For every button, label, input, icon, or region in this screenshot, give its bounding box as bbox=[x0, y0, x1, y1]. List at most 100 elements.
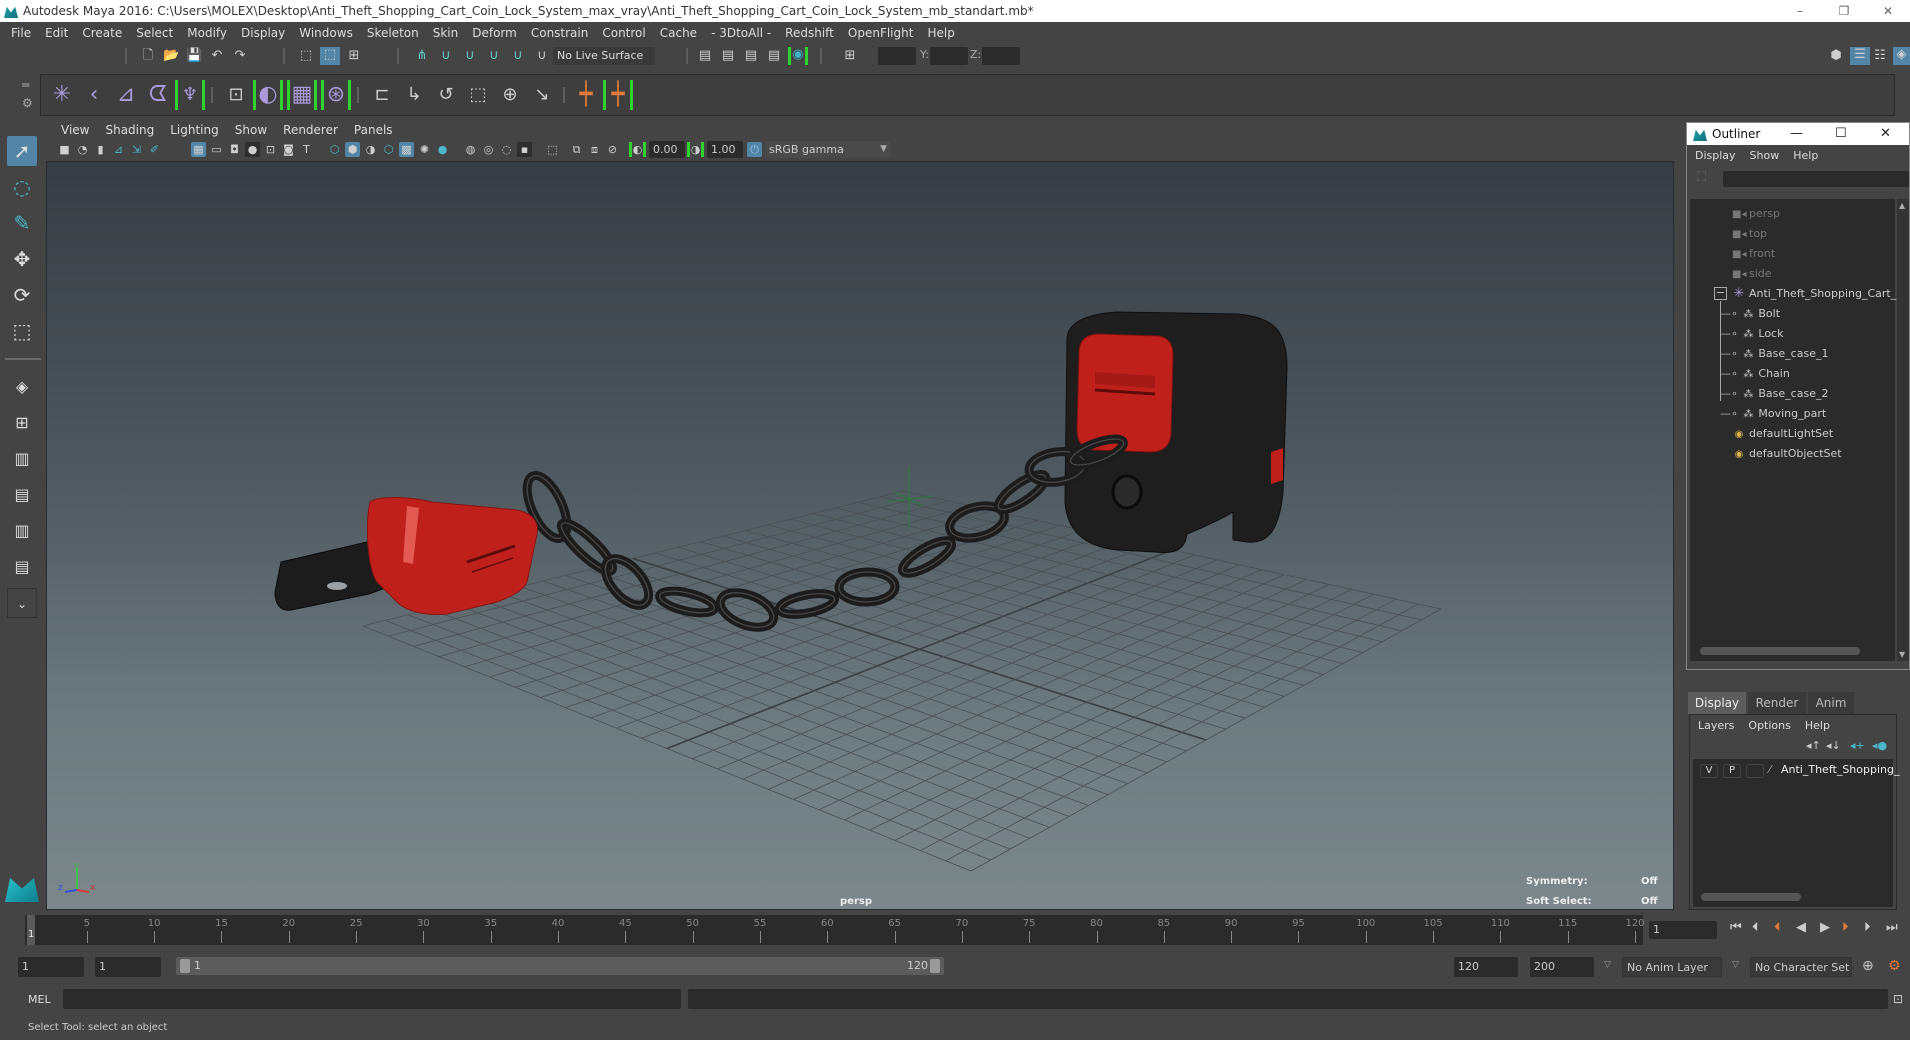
minimize-button[interactable]: – bbox=[1778, 0, 1822, 22]
go-to-start-icon[interactable]: ⏮ bbox=[1730, 920, 1742, 935]
layer-menu-options[interactable]: Options bbox=[1748, 719, 1790, 732]
chevron-down-icon[interactable]: ▽ bbox=[1604, 960, 1611, 970]
outliner-menu-help[interactable]: Help bbox=[1793, 149, 1826, 162]
command-language-label[interactable]: MEL bbox=[28, 993, 51, 1006]
hypershade-icon[interactable]: ◉ bbox=[788, 47, 808, 65]
select-hierarchy-icon[interactable]: ⬚ bbox=[298, 48, 314, 64]
close-button[interactable]: ✕ bbox=[1866, 0, 1910, 22]
horizontal-scrollbar[interactable] bbox=[1700, 647, 1860, 655]
menu-openflight[interactable]: OpenFlight bbox=[841, 26, 921, 40]
view-transform-dropdown[interactable]: sRGB gamma ▼ bbox=[765, 141, 891, 158]
outliner-item[interactable]: ■◂ persp bbox=[1732, 205, 1780, 223]
paint-weights-icon[interactable]: ⊡ bbox=[221, 80, 251, 110]
outliner-item[interactable]: ■◂ front bbox=[1732, 245, 1775, 263]
go-to-end-icon[interactable]: ⏭ bbox=[1886, 920, 1898, 935]
tool-settings-icon[interactable]: ☷ bbox=[1872, 48, 1888, 64]
outliner-item[interactable]: —∘ ⁂ Moving_part bbox=[1720, 405, 1826, 423]
outliner-item[interactable]: —∘ ⁂ Base_case_2 bbox=[1720, 385, 1828, 403]
outliner-item[interactable]: ◉ defaultObjectSet bbox=[1732, 445, 1842, 463]
menu-deform[interactable]: Deform bbox=[465, 26, 524, 40]
scale-constraint-icon[interactable]: ⬚ bbox=[463, 80, 493, 110]
range-slider[interactable]: 1 120 bbox=[176, 957, 944, 975]
outliner-item-group[interactable]: ✳ Anti_Theft_Shopping_Cart_ bbox=[1732, 285, 1897, 303]
render-view-icon[interactable]: ▤ bbox=[697, 48, 713, 64]
input-mode-icon[interactable]: ⊞ bbox=[842, 48, 858, 64]
smooth-shade-icon[interactable]: ⬢ bbox=[345, 142, 360, 157]
tab-display[interactable]: Display bbox=[1688, 692, 1746, 714]
menu-constrain[interactable]: Constrain bbox=[524, 26, 596, 40]
move-layer-down-icon[interactable]: ◂↓ bbox=[1826, 739, 1841, 752]
safe-action-icon[interactable]: ◙ bbox=[281, 142, 296, 157]
menu-skin[interactable]: Skin bbox=[426, 26, 466, 40]
resolution-gate-icon[interactable]: ◘ bbox=[227, 142, 242, 157]
exposure-icon[interactable]: ◐ bbox=[629, 142, 646, 157]
hypershade-layout-icon[interactable]: ▥ bbox=[7, 516, 37, 546]
render-settings-icon[interactable]: ▤ bbox=[766, 48, 782, 64]
outliner-item[interactable]: —∘ ⁂ Lock bbox=[1720, 325, 1783, 343]
menu-modify[interactable]: Modify bbox=[180, 26, 234, 40]
scroll-down-icon[interactable]: ▼ bbox=[1899, 650, 1905, 659]
pole-vector-icon[interactable]: ↘ bbox=[527, 80, 557, 110]
live-surface-field[interactable]: No Live Surface bbox=[553, 47, 655, 65]
gate-mask-icon[interactable]: ● bbox=[245, 142, 260, 157]
image-plane-icon[interactable]: ⊿ bbox=[111, 142, 126, 157]
gamma-icon[interactable]: ◑ bbox=[687, 142, 704, 157]
make-live-icon[interactable]: ∪ bbox=[534, 48, 550, 64]
layer-row[interactable]: V P ⁄ Anti_Theft_Shopping_ bbox=[1693, 759, 1899, 783]
screen-space-ao-icon[interactable]: ◍ bbox=[463, 142, 478, 157]
aim-constraint-icon[interactable]: ⊕ bbox=[495, 80, 525, 110]
point-constraint-icon[interactable]: ↳ bbox=[399, 80, 429, 110]
single-perspective-layout-icon[interactable]: ◈ bbox=[7, 372, 37, 402]
snap-live-icon[interactable]: ∪ bbox=[510, 48, 526, 64]
filter-icon[interactable]: ⛶ bbox=[1697, 170, 1706, 185]
outliner-item[interactable]: —∘ ⁂ Bolt bbox=[1720, 305, 1780, 323]
close-button[interactable]: ✕ bbox=[1880, 126, 1891, 141]
rotate-tool-icon[interactable]: ⟳ bbox=[7, 280, 37, 310]
character-set-dropdown[interactable]: No Character Set bbox=[1750, 957, 1852, 977]
menu-redshift[interactable]: Redshift bbox=[778, 26, 841, 40]
wrap-icon[interactable]: ◐ bbox=[253, 80, 283, 110]
menu-cache[interactable]: Cache bbox=[653, 26, 704, 40]
restore-button[interactable]: ❐ bbox=[1822, 0, 1866, 22]
menu-display[interactable]: Display bbox=[234, 26, 292, 40]
save-scene-icon[interactable]: 💾 bbox=[186, 48, 202, 64]
layer-menu-help[interactable]: Help bbox=[1805, 719, 1830, 732]
anim-layer-dropdown[interactable]: No Anim Layer bbox=[1622, 957, 1722, 977]
wireframe-icon[interactable]: ⬡ bbox=[327, 142, 342, 157]
script-editor-icon[interactable]: ⊡ bbox=[1893, 992, 1903, 1006]
lasso-tool-icon[interactable]: ◌ bbox=[7, 172, 37, 202]
orient-constraint-icon[interactable]: ↺ bbox=[431, 80, 461, 110]
cluster-icon[interactable]: ⊛ bbox=[321, 80, 351, 110]
perspective-viewport[interactable]: persp Symmetry: Off Soft Select: Off y z… bbox=[46, 161, 1674, 910]
key-selected-icon[interactable]: ┿ bbox=[603, 80, 633, 110]
menu-skeleton[interactable]: Skeleton bbox=[360, 26, 426, 40]
mel-command-input[interactable] bbox=[63, 989, 681, 1009]
graph-editor-layout-icon[interactable]: ▤ bbox=[7, 480, 37, 510]
bind-skin-icon[interactable]: ᗧ bbox=[143, 80, 173, 110]
panel-menu-renderer[interactable]: Renderer bbox=[275, 123, 346, 137]
motion-blur-icon[interactable]: ◎ bbox=[481, 142, 496, 157]
range-end-handle[interactable] bbox=[930, 959, 940, 973]
auto-key-icon[interactable]: ⊕ bbox=[1862, 958, 1874, 974]
move-layer-up-icon[interactable]: ◂↑ bbox=[1806, 739, 1821, 752]
use-all-lights-icon[interactable]: ✺ bbox=[417, 142, 432, 157]
y-field[interactable] bbox=[930, 47, 968, 65]
menu-select[interactable]: Select bbox=[129, 26, 180, 40]
z-field[interactable] bbox=[982, 47, 1020, 65]
four-view-layout-icon[interactable]: ⊞ bbox=[7, 408, 37, 438]
textured-icon[interactable]: ▩ bbox=[399, 142, 414, 157]
play-forward-icon[interactable]: ▶ bbox=[1820, 920, 1830, 935]
grid-toggle-icon[interactable]: ▦ bbox=[191, 142, 206, 157]
shelf-tabs-icon[interactable]: ═ bbox=[22, 78, 29, 92]
menu-control[interactable]: Control bbox=[595, 26, 652, 40]
select-tool-icon[interactable]: ➚ bbox=[7, 136, 37, 166]
snap-point-icon[interactable]: ∪ bbox=[462, 48, 478, 64]
select-object-icon[interactable]: ⬚ bbox=[320, 47, 340, 65]
parent-constraint-icon[interactable]: ⊏ bbox=[367, 80, 397, 110]
layer-color-icon[interactable]: ⁄ bbox=[1769, 763, 1771, 776]
snap-view-plane-icon[interactable]: ∪ bbox=[486, 48, 502, 64]
undo-icon[interactable]: ↶ bbox=[209, 48, 225, 64]
paint-select-tool-icon[interactable]: ✎ bbox=[7, 208, 37, 238]
tab-anim[interactable]: Anim bbox=[1808, 692, 1854, 714]
play-backward-icon[interactable]: ◀ bbox=[1796, 920, 1806, 935]
